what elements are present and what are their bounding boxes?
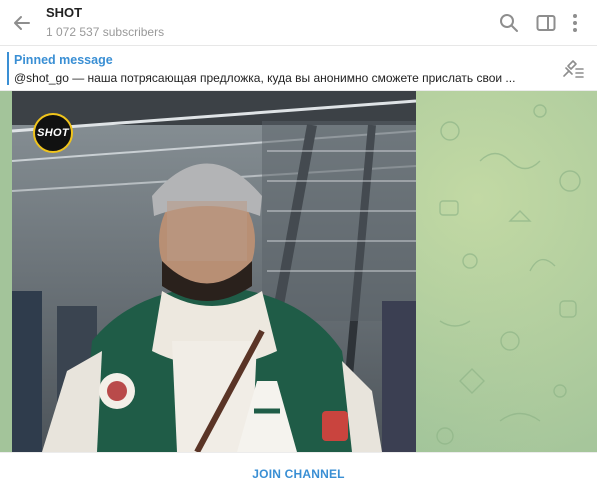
pinned-title: Pinned message [14, 53, 113, 67]
channel-title[interactable]: SHOT [46, 5, 82, 20]
pinned-message-bar[interactable]: Pinned message @shot_go — наша потрясающ… [0, 46, 597, 91]
pinned-accent-bar [7, 52, 9, 85]
chat-area: SHOT [0, 91, 597, 452]
chat-pattern [436, 104, 581, 445]
chat-header: SHOT 1 072 537 subscribers [0, 0, 597, 46]
unpin-icon [563, 60, 584, 78]
back-button[interactable] [8, 9, 36, 37]
search-button[interactable] [497, 11, 521, 35]
sidebar-toggle-button[interactable] [534, 11, 558, 35]
video-message[interactable]: SHOT [12, 91, 416, 452]
video-thumbnail [12, 91, 416, 452]
bottom-bar: JOIN CHANNEL [0, 452, 597, 495]
arrow-left-icon [14, 16, 30, 30]
more-menu-button[interactable] [566, 11, 584, 35]
more-vertical-icon [573, 14, 577, 32]
pinned-text: @shot_go — наша потрясающая предложка, к… [14, 71, 516, 85]
shot-logo: SHOT [33, 113, 73, 153]
shot-logo-text: SHOT [37, 127, 69, 139]
search-icon [500, 14, 518, 32]
sidebar-toggle-icon [536, 15, 556, 31]
join-channel-button[interactable]: JOIN CHANNEL [0, 453, 597, 495]
unpin-button[interactable] [559, 57, 585, 81]
subscriber-count: 1 072 537 subscribers [46, 25, 165, 39]
